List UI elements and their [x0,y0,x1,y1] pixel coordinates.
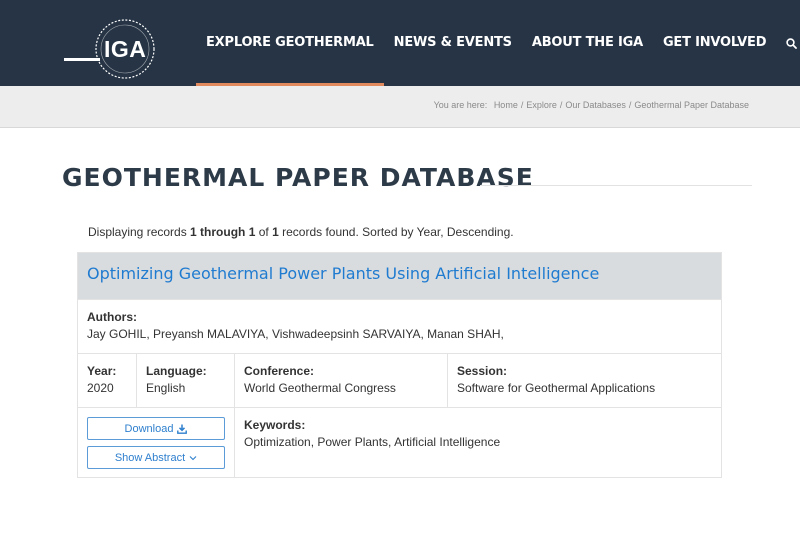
breadcrumb-explore[interactable]: Explore [526,100,557,110]
paper-header: Optimizing Geothermal Power Plants Using… [78,253,721,299]
year-label: Year: [87,364,117,378]
session-cell: Session: Software for Geothermal Applica… [447,354,721,407]
year-cell: Year: 2020 [78,354,137,407]
authors-row: Authors: Jay GOHIL, Preyansh MALAVIYA, V… [78,299,721,353]
conference-cell: Conference: World Geothermal Congress [234,354,448,407]
language-cell: Language: English [136,354,234,407]
keywords-value: Optimization, Power Plants, Artificial I… [244,435,501,449]
show-abstract-label: Show Abstract [114,451,186,464]
session-label: Session: [457,364,508,378]
breadcrumb-current: Geothermal Paper Database [634,100,749,110]
download-button[interactable]: Download [87,417,225,440]
language-value: English [146,381,186,395]
page-title: GEOTHERMAL PAPER DATABASE [62,163,534,192]
summary-post: records found. Sorted by Year, Descendin… [278,225,514,239]
summary-total: 1 [272,225,279,239]
download-label: Download [124,422,174,435]
nav-news-events[interactable]: NEWS & EVENTS [384,0,522,86]
main-nav: EXPLORE GEOTHERMAL NEWS & EVENTS ABOUT T… [196,0,800,86]
authors-cell: Authors: Jay GOHIL, Preyansh MALAVIYA, V… [78,300,721,353]
download-icon [177,424,188,434]
conference-label: Conference: [244,364,315,378]
chevron-down-icon [189,455,197,460]
title-divider [480,185,752,186]
authors-label: Authors: [87,310,137,324]
breadcrumb: You are here: Home / Explore / Our Databases… [433,100,749,110]
keywords-label: Keywords: [244,418,306,432]
session-value: Software for Geothermal Applications [457,381,656,395]
nav-explore-geothermal[interactable]: EXPLORE GEOTHERMAL [196,0,384,86]
details-row: Year: 2020 Language: English Conference:… [78,353,721,407]
breadcrumb-home[interactable]: Home [494,100,518,110]
conference-value: World Geothermal Congress [244,381,396,395]
nav-get-involved[interactable]: GET INVOLVED [653,0,776,86]
language-label: Language: [146,364,207,378]
search-icon [786,37,797,49]
nav-about-iga[interactable]: ABOUT THE IGA [522,0,653,86]
summary-pre: Displaying records [88,225,191,239]
keywords-cell: Keywords: Optimization, Power Plants, Ar… [234,408,721,477]
iga-logo[interactable]: IGA [62,16,162,82]
actions-row: Download Show Abstract Keywords: Optimiz… [78,407,721,477]
year-value: 2020 [87,381,114,395]
paper-title-link[interactable]: Optimizing Geothermal Power Plants Using… [87,264,599,283]
results-summary: Displaying records 1 through 1 of 1 reco… [88,225,514,239]
show-abstract-button[interactable]: Show Abstract [87,446,225,469]
authors-value: Jay GOHIL, Preyansh MALAVIYA, Vishwadeep… [87,327,504,341]
paper-record: Optimizing Geothermal Power Plants Using… [77,252,722,478]
logo-text: IGA [104,36,147,62]
actions-cell: Download Show Abstract [78,408,234,477]
breadcrumb-our-databases[interactable]: Our Databases [565,100,626,110]
breadcrumb-prefix: You are here: [433,100,488,110]
breadcrumb-bar: You are here: Home / Explore / Our Databases… [0,86,800,128]
site-header: IGA EXPLORE GEOTHERMAL NEWS & EVENTS ABO… [0,0,800,86]
summary-of: of [255,225,273,239]
search-button[interactable] [776,0,800,86]
summary-range: 1 through 1 [190,225,256,239]
